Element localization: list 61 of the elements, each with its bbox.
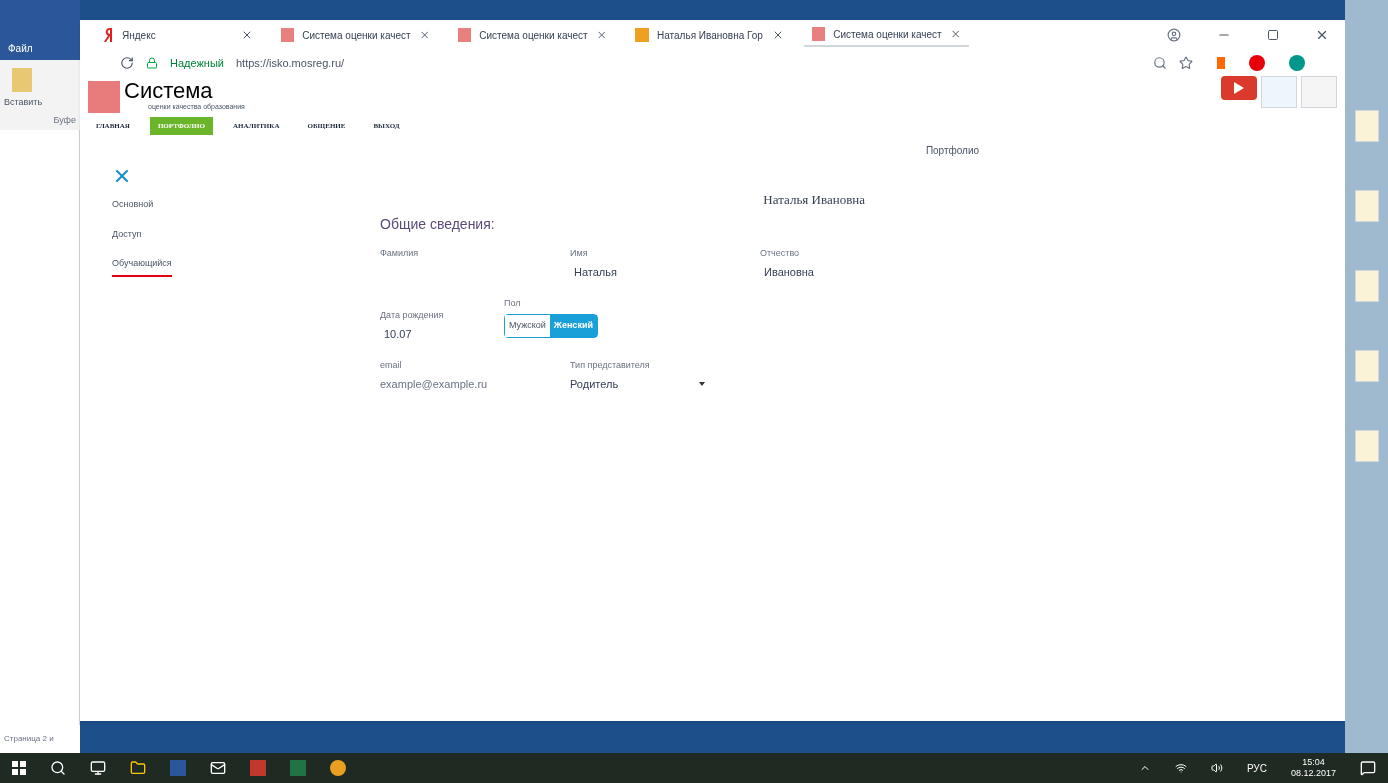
- field-label: Дата рождения: [380, 308, 445, 322]
- profile-icon[interactable]: [1167, 28, 1181, 42]
- file-menu[interactable]: Файл: [8, 41, 72, 56]
- birth-date-field[interactable]: 10.07: [380, 326, 480, 343]
- folder-icon[interactable]: [130, 760, 146, 776]
- network-icon[interactable]: [1174, 762, 1187, 774]
- person-name: Наталья Ивановна: [763, 191, 865, 209]
- status-text: Страница 2 и: [3, 733, 55, 745]
- close-icon[interactable]: [772, 29, 784, 41]
- dropdown-icon: [699, 382, 705, 387]
- representative-select[interactable]: Родитель: [570, 376, 705, 393]
- field-label: Фамилия: [380, 246, 420, 260]
- app-thumbnail[interactable]: [1301, 76, 1337, 108]
- lock-icon: [146, 57, 158, 69]
- notifications-icon[interactable]: [1360, 760, 1376, 776]
- browser-tab[interactable]: Яндекс: [96, 23, 261, 47]
- tab-title: Система оценки качест: [302, 28, 411, 43]
- sidebar-item[interactable]: Доступ: [112, 227, 142, 245]
- field-label: Тип представителя: [570, 358, 651, 372]
- first-name-field[interactable]: Наталья: [570, 264, 760, 281]
- star-icon[interactable]: [1179, 56, 1193, 70]
- group-label: Буфе: [53, 113, 76, 127]
- secure-label: Надежный: [170, 55, 224, 71]
- page-title: Портфолио: [925, 144, 980, 158]
- tab-title: Система оценки качест: [833, 27, 942, 42]
- tab-title: Яндекс: [122, 28, 157, 43]
- close-icon[interactable]: [949, 28, 961, 40]
- patronymic-field[interactable]: Ивановна: [760, 264, 865, 281]
- sidebar-item[interactable]: Обучающийся: [112, 257, 172, 277]
- language-indicator[interactable]: РУС: [1246, 760, 1267, 776]
- close-icon[interactable]: [241, 29, 253, 41]
- sidebar-item[interactable]: Основной: [112, 198, 154, 216]
- browser-tab[interactable]: Система оценки качест: [273, 23, 438, 47]
- address-field[interactable]: https://isko.mosreg.ru/: [235, 54, 1141, 72]
- close-icon[interactable]: [1315, 28, 1329, 42]
- play-icon[interactable]: [1221, 76, 1257, 100]
- mail-icon[interactable]: [210, 760, 226, 776]
- close-icon[interactable]: [595, 29, 607, 41]
- browser-tab[interactable]: Система оценки качест: [450, 23, 615, 47]
- maximize-icon[interactable]: [1267, 29, 1279, 41]
- email-field[interactable]: example@example.ru: [380, 376, 550, 393]
- field-label: email: [380, 358, 403, 372]
- task-view-icon[interactable]: [90, 760, 106, 776]
- tab-title: Наталья Ивановна Гор: [657, 28, 764, 43]
- clock-time: 15:04: [1302, 756, 1325, 768]
- search-icon[interactable]: [50, 760, 66, 776]
- volume-icon[interactable]: [1210, 762, 1223, 774]
- field-label: Пол: [504, 296, 522, 310]
- field-label: Имя: [570, 246, 589, 260]
- yandex-icon: [104, 28, 114, 42]
- reload-icon[interactable]: [120, 56, 134, 70]
- section-title: Общие сведения:: [380, 214, 496, 234]
- clock-date: 08.12.2017: [1290, 768, 1336, 780]
- browser-tab[interactable]: Наталья Ивановна Гор: [627, 23, 792, 47]
- windows-icon[interactable]: [12, 761, 26, 775]
- logo-title: Система: [124, 80, 214, 102]
- app-thumbnail[interactable]: [1261, 76, 1297, 108]
- field-label: Отчество: [760, 246, 801, 260]
- tab-title: Система оценки качест: [479, 28, 588, 43]
- close-icon[interactable]: [418, 29, 430, 41]
- paste-button[interactable]: Вставить: [4, 96, 76, 110]
